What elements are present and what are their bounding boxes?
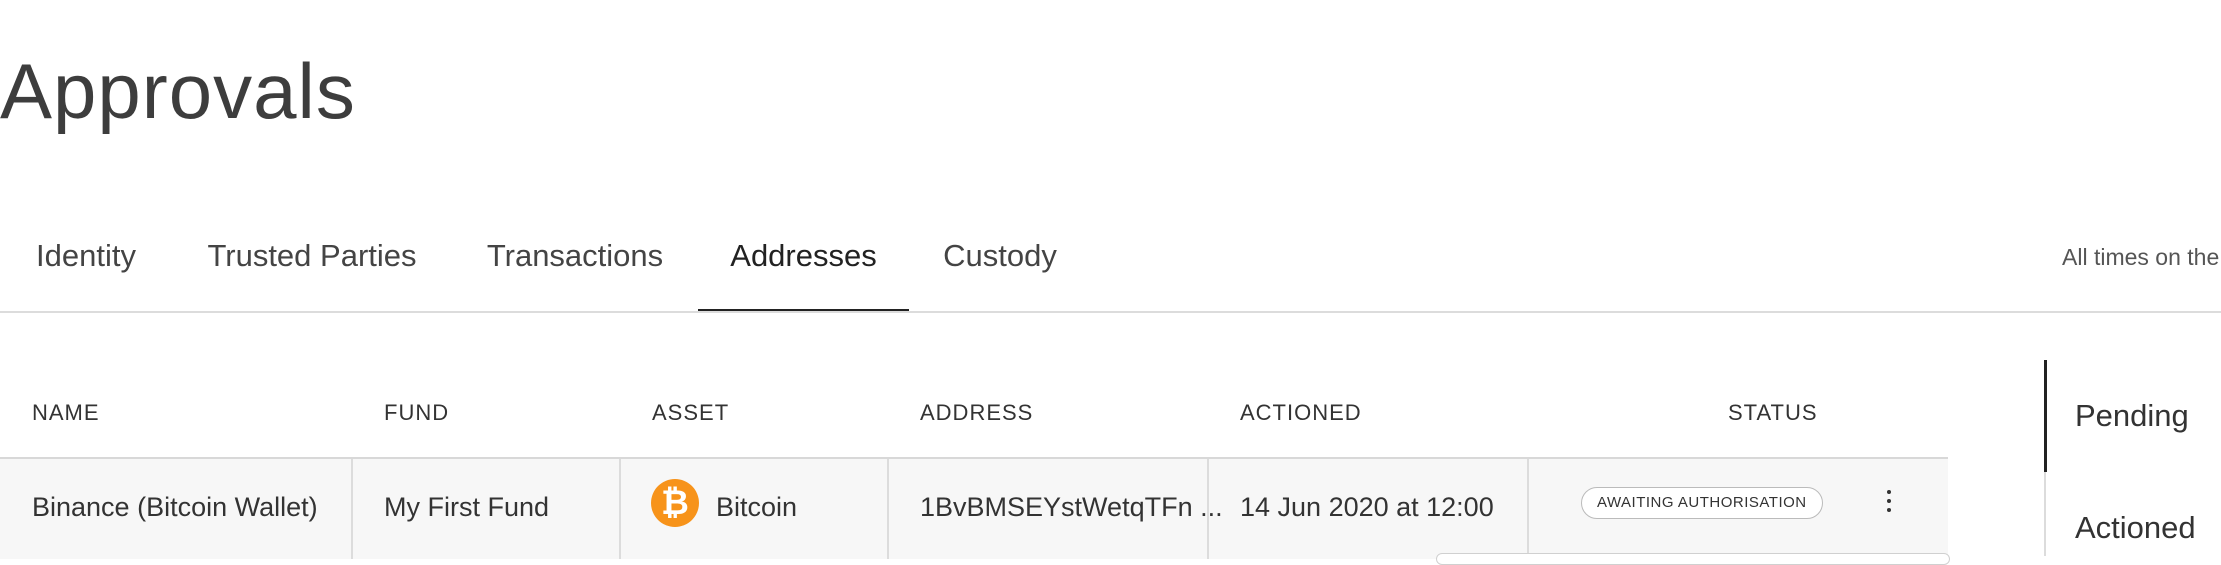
column-header-status[interactable]: STATUS bbox=[1728, 400, 1818, 426]
table-row[interactable]: Binance (Bitcoin Wallet) My First Fund ₿… bbox=[0, 459, 1948, 559]
row-name: Binance (Bitcoin Wallet) bbox=[32, 492, 318, 522]
status-badge: AWAITING AUTHORISATION bbox=[1581, 487, 1823, 519]
row-more-icon[interactable] bbox=[1879, 485, 1899, 519]
bitcoin-icon: ₿ bbox=[651, 479, 699, 527]
timezone-note: All times on the bbox=[2062, 244, 2220, 270]
row-fund: My First Fund bbox=[384, 492, 550, 522]
cell-asset: ₿ Bitcoin bbox=[621, 459, 889, 559]
approval-tabs: Identity Trusted Parties Transactions Ad… bbox=[0, 225, 2221, 313]
tab-custody[interactable]: Custody bbox=[942, 225, 1058, 309]
tab-identity[interactable]: Identity bbox=[32, 225, 140, 309]
filter-nav-line bbox=[2044, 472, 2046, 556]
row-asset: Bitcoin bbox=[716, 492, 798, 522]
filter-actioned[interactable]: Actioned bbox=[2075, 510, 2196, 546]
cell-fund: My First Fund bbox=[353, 459, 621, 559]
column-header-address[interactable]: ADDRESS bbox=[920, 400, 1033, 426]
row-actions-menu bbox=[1436, 553, 1950, 565]
column-header-name[interactable]: NAME bbox=[32, 400, 100, 426]
cell-status: AWAITING AUTHORISATION bbox=[1529, 459, 1948, 559]
tab-transactions[interactable]: Transactions bbox=[484, 225, 666, 309]
tabs-divider bbox=[0, 311, 2221, 313]
status-filter-nav: Pending Actioned bbox=[2044, 360, 2221, 556]
row-actioned: 14 Jun 2020 at 12:00 bbox=[1240, 492, 1494, 522]
cell-address: 1BvBMSEYstWetqTFn ... bbox=[889, 459, 1223, 559]
tab-addresses[interactable]: Addresses bbox=[698, 225, 909, 313]
filter-pending[interactable]: Pending bbox=[2075, 398, 2189, 434]
active-filter-indicator bbox=[2044, 360, 2047, 472]
column-header-asset[interactable]: ASSET bbox=[652, 400, 729, 426]
cell-name: Binance (Bitcoin Wallet) bbox=[0, 459, 353, 559]
cell-actioned: 14 Jun 2020 at 12:00 bbox=[1209, 459, 1529, 559]
column-header-actioned[interactable]: ACTIONED bbox=[1240, 400, 1362, 426]
tab-trusted-parties[interactable]: Trusted Parties bbox=[205, 225, 419, 309]
column-header-fund[interactable]: FUND bbox=[384, 400, 449, 426]
row-address: 1BvBMSEYstWetqTFn ... bbox=[920, 492, 1223, 522]
page-title: Approvals bbox=[0, 47, 356, 135]
